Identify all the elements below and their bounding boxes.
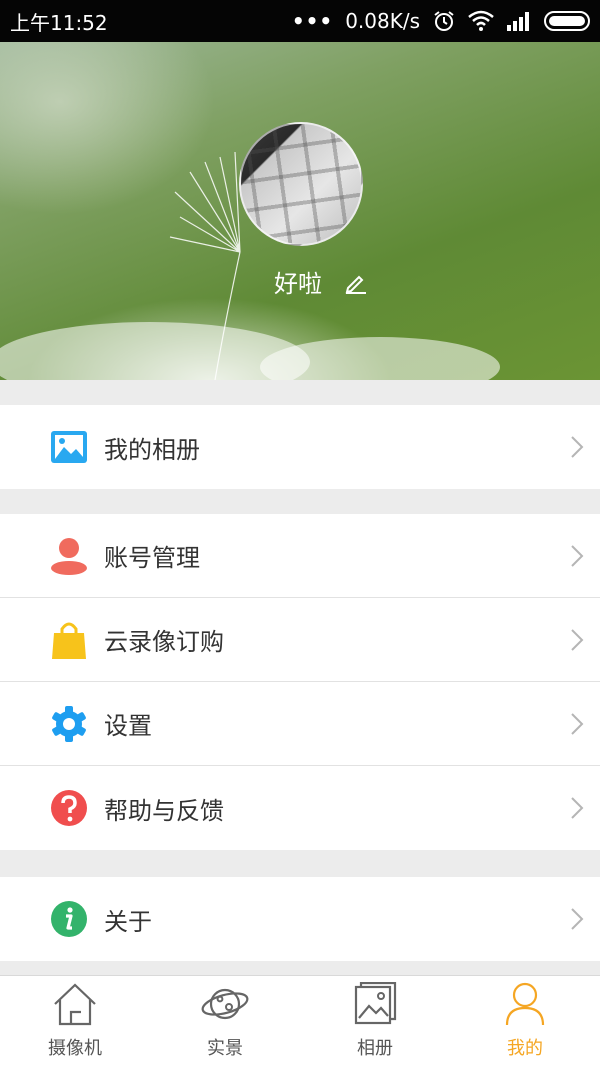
menu-group-about: 关于: [0, 877, 600, 961]
menu-group-main: 账号管理 云录像订购 设置 帮助与反馈: [0, 514, 600, 850]
menu-item-cloud-recording[interactable]: 云录像订购: [0, 598, 600, 682]
wifi-icon: [468, 10, 494, 31]
menu-item-about[interactable]: 关于: [0, 877, 600, 961]
menu-label-help: 帮助与反馈: [104, 796, 224, 825]
shopping-bag-icon: [50, 621, 88, 659]
menu-item-account[interactable]: 账号管理: [0, 514, 600, 598]
nav-label-camera: 摄像机: [48, 1038, 102, 1059]
nav-tab-live-view[interactable]: 实景: [150, 976, 300, 1067]
more-dots-icon: •••: [291, 9, 334, 33]
gallery-icon: [354, 982, 397, 1025]
home-icon: [54, 983, 96, 1026]
username: 好啦: [274, 270, 322, 298]
bottom-nav: 摄像机 实景 相册 我的: [0, 975, 600, 1067]
avatar-photo: [241, 124, 361, 244]
image-icon: [50, 428, 88, 466]
nav-label-album: 相册: [357, 1038, 393, 1059]
chevron-right-icon: [571, 545, 584, 567]
gear-icon: [50, 705, 88, 743]
battery-icon: [544, 11, 590, 31]
nav-tab-me[interactable]: 我的: [450, 976, 600, 1067]
avatar[interactable]: [239, 122, 363, 246]
status-time: 上午11:52: [10, 10, 108, 35]
menu-label-settings: 设置: [104, 712, 152, 740]
network-speed: 0.08K/s: [345, 9, 420, 33]
chevron-right-icon: [571, 908, 584, 930]
chevron-right-icon: [571, 629, 584, 651]
menu-item-help[interactable]: 帮助与反馈: [0, 766, 600, 850]
profile-header: 好啦: [0, 42, 600, 380]
chevron-right-icon: [571, 713, 584, 735]
chevron-right-icon: [571, 797, 584, 819]
menu-label-about: 关于: [104, 907, 152, 936]
menu-item-settings[interactable]: 设置: [0, 682, 600, 766]
info-icon: [50, 900, 88, 938]
status-indicators: ••• 0.08K/s: [292, 9, 590, 33]
signal-icon: [507, 12, 529, 31]
planet-icon: [201, 988, 249, 1020]
menu-label-album: 我的相册: [104, 435, 200, 464]
question-icon: [50, 789, 88, 827]
chevron-right-icon: [571, 436, 584, 458]
nav-tab-camera[interactable]: 摄像机: [0, 976, 150, 1067]
username-row: 好啦: [0, 264, 600, 299]
alarm-icon: [434, 11, 454, 31]
nav-label-live-view: 实景: [207, 1038, 243, 1059]
person-outline-icon: [505, 982, 545, 1026]
pencil-icon[interactable]: [344, 270, 368, 294]
person-icon: [50, 537, 88, 575]
menu-label-cloud-recording: 云录像订购: [104, 628, 224, 656]
menu-label-account: 账号管理: [104, 544, 200, 572]
menu-group-album: 我的相册: [0, 405, 600, 489]
nav-tab-album[interactable]: 相册: [300, 976, 450, 1067]
nav-label-me: 我的: [507, 1038, 543, 1059]
status-bar: 上午11:52 ••• 0.08K/s: [0, 0, 600, 42]
menu-item-album[interactable]: 我的相册: [0, 405, 600, 489]
